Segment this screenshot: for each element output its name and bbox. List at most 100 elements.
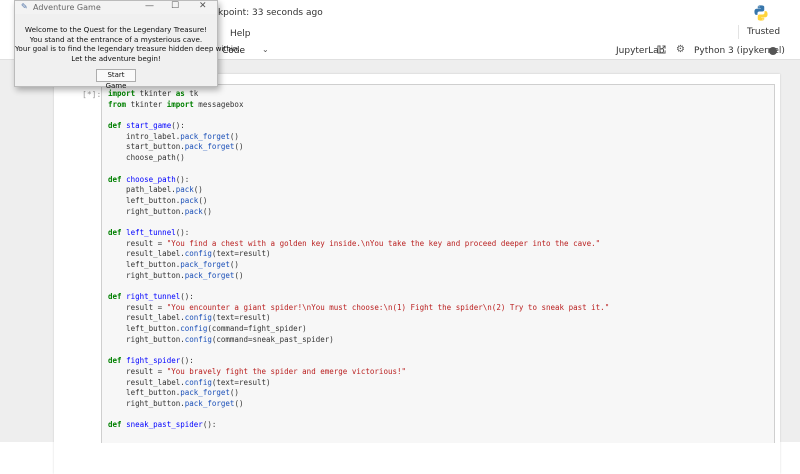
maximize-icon[interactable]: ☐ — [171, 1, 179, 11]
minimize-icon[interactable]: — — [145, 1, 154, 11]
code-token: (text=result) — [211, 249, 271, 259]
code-token: def — [108, 420, 122, 430]
code-line: left_button.pack_forget() — [108, 388, 609, 399]
python-logo-icon — [754, 5, 768, 21]
code-token: pack — [180, 195, 199, 205]
menu-help[interactable]: Help — [230, 29, 251, 39]
intro-line: Your goal is to find the legendary treas… — [15, 44, 240, 54]
code-token: path_label. — [108, 185, 176, 195]
start-game-button[interactable]: Start Game — [96, 69, 136, 90]
code-line: choose_path() — [108, 153, 609, 164]
code-token: pack_forget — [180, 388, 230, 398]
code-line: import tkinter as tk — [108, 89, 609, 100]
code-line: def left_tunnel(): — [108, 228, 609, 239]
code-token: result_label. — [108, 249, 185, 259]
code-line: def right_tunnel(): — [108, 292, 609, 303]
kernel-status-icon — [769, 47, 777, 55]
code-token: (): — [202, 420, 217, 430]
code-token: pack_forget — [180, 260, 230, 269]
code-token: (): — [175, 174, 190, 184]
code-token: right_button. — [108, 334, 185, 344]
code-token: pack — [175, 185, 194, 195]
code-token: right_tunnel — [126, 292, 181, 302]
code-token: (text=result) — [211, 313, 271, 323]
code-token: () — [234, 270, 244, 280]
code-token: pack_forget — [184, 398, 235, 408]
code-token: right_button. — [108, 398, 185, 408]
code-line: left_button.config(command=fight_spider) — [108, 324, 609, 335]
code-token: () — [198, 195, 208, 205]
adventure-game-window: ✎ Adventure Game — ☐ ✕ Welcome to the Qu… — [14, 0, 240, 90]
code-token: left_tunnel — [126, 227, 176, 237]
code-token: intro_label. — [108, 131, 181, 141]
code-editor[interactable]: import tkinter as tk from tkinter import … — [108, 89, 609, 431]
code-line: left_button.pack() — [108, 196, 609, 207]
window-titlebar[interactable]: ✎ Adventure Game — ☐ ✕ — [15, 1, 217, 14]
code-token: config — [184, 377, 212, 387]
code-token: left_button. — [108, 260, 181, 269]
code-token: left_button. — [108, 324, 181, 334]
code-line: def fight_spider(): — [108, 356, 609, 367]
code-line: right_button.config(command=sneak_past_s… — [108, 335, 609, 346]
chevron-down-icon[interactable]: ⌄ — [262, 45, 269, 54]
code-token: result_label. — [108, 377, 185, 387]
code-token: () — [229, 131, 239, 141]
code-token: config — [180, 324, 208, 334]
code-cell[interactable]: import tkinter as tk from tkinter import … — [101, 84, 775, 443]
gear-icon[interactable]: ⚙ — [676, 44, 685, 55]
code-token: as — [175, 89, 185, 98]
code-token: tkinter — [135, 89, 176, 98]
code-line: result_label.config(text=result) — [108, 249, 609, 260]
code-token: right_button. — [108, 270, 185, 280]
code-token: (): — [180, 356, 194, 366]
code-line: start_button.pack_forget() — [108, 142, 609, 153]
code-token: right_button. — [108, 206, 185, 216]
code-token: tkinter — [126, 99, 167, 109]
code-line: result = "You bravely fight the spider a… — [108, 367, 609, 378]
code-token: from — [108, 99, 127, 109]
cell-prompt: [*]: — [82, 90, 102, 99]
code-token: import — [166, 99, 194, 109]
code-token: choose_path() — [108, 153, 185, 163]
code-token: (): — [175, 227, 190, 237]
code-token: config — [184, 249, 212, 259]
code-token: (command=sneak_past_spider) — [211, 334, 334, 344]
code-token: () — [229, 260, 239, 269]
code-token: start_game — [126, 121, 172, 131]
code-token: tk — [184, 89, 199, 98]
code-line: result = "You find a chest with a golden… — [108, 239, 609, 250]
feather-icon: ✎ — [21, 2, 28, 11]
close-icon[interactable]: ✕ — [199, 1, 207, 11]
code-token: () — [193, 185, 203, 195]
code-token: def — [108, 227, 122, 237]
code-token: left_button. — [108, 195, 181, 205]
code-token: start_button. — [108, 142, 185, 152]
code-token: (): — [180, 292, 194, 302]
code-token: pack_forget — [184, 270, 235, 280]
code-token: def — [108, 121, 122, 131]
code-token: pack — [184, 206, 203, 216]
intro-line: Welcome to the Quest for the Legendary T… — [24, 25, 208, 34]
code-line: def choose_path(): — [108, 175, 609, 186]
trusted-indicator[interactable]: Trusted — [738, 25, 786, 39]
external-link-icon[interactable] — [657, 45, 666, 54]
code-token: left_button. — [108, 388, 181, 398]
intro-line: Let the adventure begin! — [71, 53, 161, 63]
code-token: pack_forget — [180, 131, 230, 141]
code-token: "You bravely fight the spider and emerge… — [166, 366, 407, 376]
code-token: "You find a chest with a golden key insi… — [166, 238, 601, 248]
code-token: result = — [108, 238, 167, 248]
checkpoint-status: ckpoint: 33 seconds ago — [213, 8, 323, 18]
code-line: result_label.config(text=result) — [108, 378, 609, 389]
code-line: left_button.pack_forget() — [108, 260, 609, 271]
code-token: choose_path — [126, 174, 176, 184]
code-line: right_button.pack_forget() — [108, 399, 609, 410]
code-line: intro_label.pack_forget() — [108, 132, 609, 143]
code-token: (command=fight_spider) — [207, 324, 307, 334]
intro-line: You stand at the entrance of a mysteriou… — [29, 34, 203, 44]
